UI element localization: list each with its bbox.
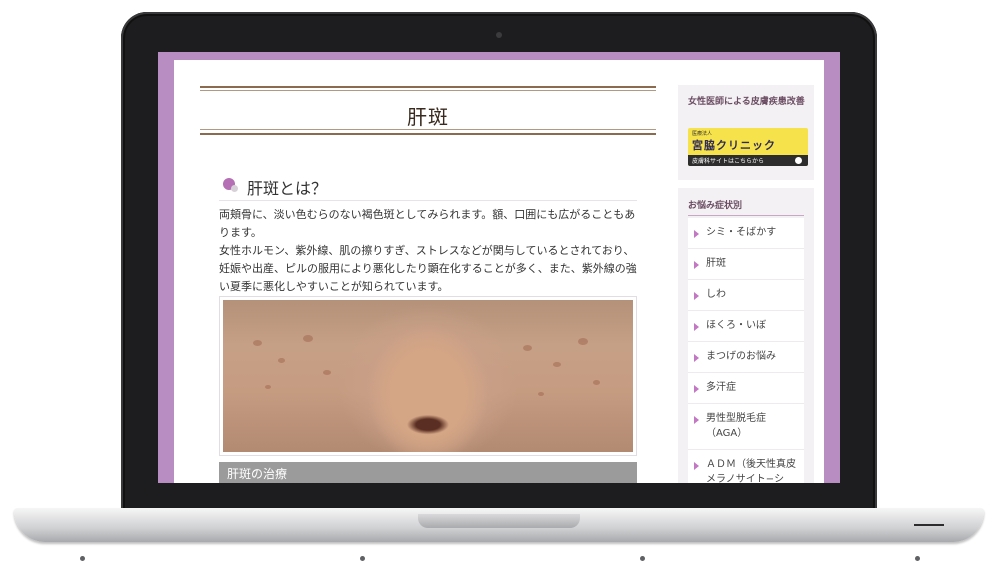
pigment-spot	[265, 385, 271, 389]
title-rule-bottom	[200, 133, 656, 135]
face-image	[223, 300, 633, 452]
menu-item-aga[interactable]: 男性型脱毛症（AGA）	[688, 404, 804, 450]
menu-item-spots[interactable]: シミ・そばかす	[688, 218, 804, 249]
triangle-right-icon	[694, 230, 699, 238]
menu-item-label: まつげのお悩み	[706, 351, 776, 362]
triangle-right-icon	[694, 385, 699, 393]
title-rule-top	[200, 86, 656, 88]
clinic-name: 宮脇クリニック	[692, 139, 776, 152]
banner-footer: 皮膚科サイトはこちらから	[688, 155, 808, 166]
paragraph: 女性ホルモン、紫外線、肌の擦りすぎ、ストレスなどが関与しているとされており、妊娠…	[219, 244, 637, 293]
triangle-right-icon	[694, 323, 699, 331]
left-accent-border	[158, 52, 174, 483]
menu-item-label: シミ・そばかす	[706, 227, 777, 238]
pigment-spot	[323, 370, 331, 375]
title-band: 肝斑	[200, 86, 656, 135]
menu-item-label: しわ	[706, 289, 726, 300]
menu-item-label: 多汗症	[706, 382, 736, 393]
menu-item-adm[interactable]: ＡＤＭ（後天性真皮メラノサイト−シス）	[688, 450, 804, 483]
camera-icon	[496, 32, 502, 38]
laptop-foot	[915, 556, 920, 561]
melasma-photo	[219, 296, 637, 456]
menu-item-eyelashes[interactable]: まつげのお悩み	[688, 342, 804, 373]
laptop-foot	[360, 556, 365, 561]
pigment-spot	[523, 345, 532, 351]
paragraph: 両頬骨に、淡い色むらのない褐色斑としてみられます。額、口囲にも広がることもありま…	[219, 208, 636, 239]
pigment-spot	[278, 358, 285, 363]
menu-item-label: ほくろ・いぼ	[706, 320, 766, 331]
laptop-foot	[80, 556, 85, 561]
pigment-spot	[538, 392, 544, 396]
section-heading: 肝斑とは？	[219, 174, 637, 201]
menu-item-moles[interactable]: ほくろ・いぼ	[688, 311, 804, 342]
pigment-spot	[253, 340, 262, 346]
arrow-right-icon	[795, 157, 802, 164]
clinic-banner[interactable]: 医療法人 宮脇クリニック 皮膚科サイトはこちらから	[688, 128, 808, 166]
screen: 肝斑 肝斑とは？ 両頬骨に、淡い色むらのない褐色斑としてみられます。額、口囲にも…	[158, 52, 840, 483]
pigment-spot	[303, 335, 313, 342]
symptom-menu: シミ・そばかす 肝斑 しわ ほくろ・いぼ まつげのお悩み 多汗症 男性型脱毛症（…	[688, 218, 804, 483]
page-title: 肝斑	[407, 105, 449, 129]
pigment-spot	[578, 338, 588, 345]
menu-item-label: ＡＤＭ（後天性真皮メラノサイト−シス）	[706, 459, 796, 483]
top-accent-bar	[158, 52, 840, 60]
title-rule-bottom-thin	[200, 129, 656, 130]
sidebar-heading: 女性医師による皮膚疾患改善	[688, 97, 805, 107]
laptop-notch	[418, 514, 580, 528]
menu-item-label: 男性型脱毛症（AGA）	[706, 413, 766, 439]
banner-link-text: 皮膚科サイトはこちらから	[692, 158, 765, 165]
status-indicator	[914, 524, 944, 526]
section-title: 肝斑とは？	[247, 179, 328, 198]
triangle-right-icon	[694, 292, 699, 300]
pigment-spot	[553, 362, 561, 367]
page-content: 肝斑 肝斑とは？ 両頬骨に、淡い色むらのない褐色斑としてみられます。額、口囲にも…	[174, 60, 824, 483]
treatment-heading: 肝斑の治療	[227, 467, 288, 481]
triangle-right-icon	[694, 462, 699, 470]
menu-item-hyperhidrosis[interactable]: 多汗症	[688, 373, 804, 404]
pigment-spot	[593, 380, 600, 385]
sidebar-symptoms-box: お悩み症状別 シミ・そばかす 肝斑 しわ ほくろ・いぼ まつげのお悩み 多汗症 …	[678, 188, 814, 483]
banner-label: 医療法人	[692, 131, 713, 137]
treatment-heading-bar: 肝斑の治療	[219, 462, 637, 483]
menu-item-label: 肝斑	[706, 258, 726, 269]
triangle-right-icon	[694, 261, 699, 269]
title-rule-top-thin	[200, 90, 656, 91]
description: 両頬骨に、淡い色むらのない褐色斑としてみられます。額、口囲にも広がることもありま…	[219, 206, 639, 296]
menu-item-wrinkles[interactable]: しわ	[688, 280, 804, 311]
sidebar-heading: お悩み症状別	[688, 198, 804, 216]
bullet-dot-icon	[231, 185, 238, 192]
laptop-foot	[640, 556, 645, 561]
triangle-right-icon	[694, 416, 699, 424]
triangle-right-icon	[694, 354, 699, 362]
menu-item-melasma[interactable]: 肝斑	[688, 249, 804, 280]
sidebar-clinic-box: 女性医師による皮膚疾患改善 医療法人 宮脇クリニック 皮膚科サイトはこちらから	[678, 85, 814, 180]
right-accent-border	[824, 52, 840, 483]
